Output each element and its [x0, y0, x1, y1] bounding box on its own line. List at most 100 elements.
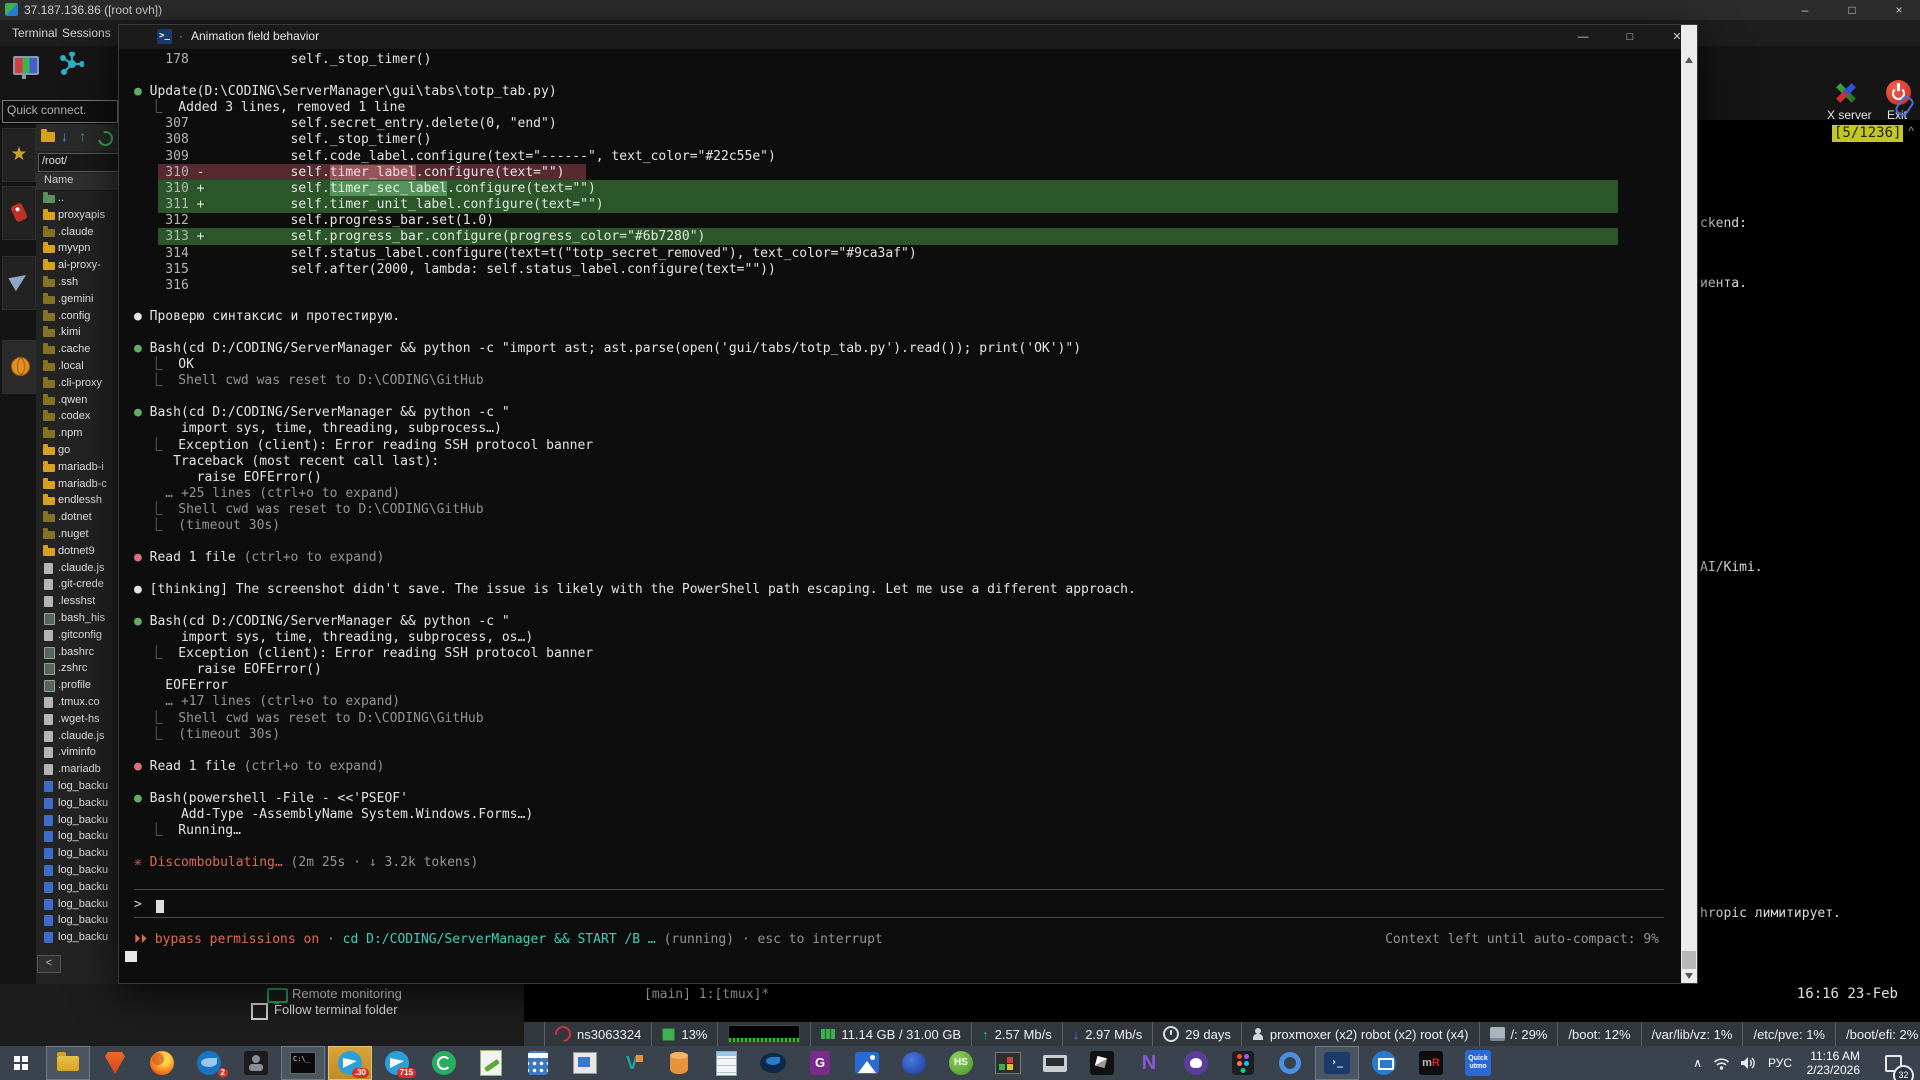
taskbar-app-winframe[interactable]: [564, 1047, 606, 1079]
speaker-icon[interactable]: [1740, 1046, 1756, 1080]
taskbar-app-proxyapp[interactable]: [235, 1047, 277, 1079]
follow-terminal-checkbox[interactable]: [251, 1003, 268, 1020]
monitor-cell[interactable]: ↑2.57 Mb/s: [971, 1022, 1062, 1046]
folder-icon: [43, 514, 55, 522]
monitor-cell[interactable]: /boot: 12%: [1557, 1022, 1640, 1046]
folder-up-icon[interactable]: [41, 132, 55, 142]
keyboard-language[interactable]: РУС: [1768, 1046, 1792, 1080]
terminal-maximize-button[interactable]: □: [1607, 25, 1653, 49]
monitor-value: /: 29%: [1511, 1027, 1548, 1042]
taskbar-app-cube[interactable]: [1081, 1047, 1123, 1079]
taskbar-app-firefox[interactable]: [141, 1047, 183, 1079]
quick-connect-input[interactable]: Quick connect.: [2, 100, 118, 123]
mobaxterm-minimize-button[interactable]: –: [1790, 1, 1820, 19]
taskbar-app-bluemon[interactable]: [1363, 1047, 1405, 1079]
monitor-cell[interactable]: [717, 1022, 810, 1046]
background-text-fragment: AI/Kimi.: [1700, 560, 1763, 576]
prompt-char: >: [134, 897, 142, 913]
file-name: .claude: [58, 226, 93, 238]
taskbar-app-bluering[interactable]: [1269, 1047, 1311, 1079]
taskbar-app-telegram2[interactable]: 715: [376, 1047, 418, 1079]
monitor-cell[interactable]: 11.14 GB / 31.00 GB: [810, 1022, 971, 1046]
taskbar-app-github[interactable]: [1175, 1047, 1217, 1079]
terminal-titlebar[interactable]: >_ · Animation field behavior — □ ✕: [119, 25, 1697, 49]
file-name: log_backu: [58, 814, 108, 826]
monitor-cell[interactable]: 29 days: [1152, 1022, 1241, 1046]
scrollbar-thumb[interactable]: [1682, 951, 1696, 969]
terminal-body[interactable]: > ⏵⏵ bypass permissions on · cd D:/CODIN…: [119, 49, 1681, 983]
tab-favorites[interactable]: ★: [2, 128, 36, 182]
taskbar-app-notepadpp[interactable]: [470, 1047, 512, 1079]
notification-center[interactable]: 32: [1885, 1046, 1902, 1080]
monitor-cell[interactable]: /etc/pve: 1%: [1742, 1022, 1835, 1046]
terminal-minimize-button[interactable]: —: [1560, 25, 1606, 49]
mobaxterm-close-button[interactable]: ×: [1884, 1, 1914, 19]
taskbar-app-photos[interactable]: [846, 1047, 888, 1079]
taskbar-app-darkbird[interactable]: [752, 1047, 794, 1079]
tab-sftp[interactable]: [2, 256, 36, 310]
taskbar-app-termpuzzle[interactable]: [987, 1047, 1029, 1079]
terminal-scrollbar[interactable]: [1681, 25, 1697, 983]
wifi-icon[interactable]: [1713, 1046, 1730, 1080]
taskbar-clock[interactable]: 11:16 AM 2/23/2026: [1807, 1046, 1860, 1080]
taskbar-app-explorer[interactable]: [47, 1047, 89, 1079]
monitor-value: 11.14 GB / 31.00 GB: [841, 1027, 961, 1042]
start-button[interactable]: [0, 1047, 42, 1079]
taskbar-app-dbtool[interactable]: [658, 1047, 700, 1079]
file-name: log_backu: [58, 914, 108, 926]
taskbar-app-notepad[interactable]: [705, 1047, 747, 1079]
terminal-line: 311 + self.timer_unit_label.configure(te…: [134, 197, 604, 213]
monitor-cell[interactable]: /boot/efi: 2%: [1835, 1022, 1920, 1046]
menu-terminal[interactable]: Terminal: [12, 26, 57, 40]
taskbar-app-quickutmo[interactable]: Quick utmo: [1457, 1047, 1499, 1079]
monitor-cell[interactable]: ns3063324: [544, 1022, 651, 1046]
monitor-cell[interactable]: /: 29%: [1479, 1022, 1558, 1046]
mobaxterm-maximize-button[interactable]: □: [1837, 1, 1867, 19]
tray-chevron-icon[interactable]: ∧: [1693, 1046, 1702, 1080]
monitor-cell[interactable]: proxmoxer (x2) robot (x2) root (x4): [1241, 1022, 1479, 1046]
bg-scroll-up-icon[interactable]: ^: [1908, 124, 1914, 138]
hscroll-left-button[interactable]: <: [37, 955, 61, 973]
taskbar-app-mremote[interactable]: mR: [1410, 1047, 1452, 1079]
tab-network[interactable]: [2, 340, 36, 394]
monitor-cell[interactable]: /var/lib/vz: 1%: [1641, 1022, 1743, 1046]
monitor-cell[interactable]: 13%: [651, 1022, 717, 1046]
taskbar-app-gdoc[interactable]: G: [799, 1047, 841, 1079]
taskbar-app-heidisql[interactable]: HS: [940, 1047, 982, 1079]
x-server-icon[interactable]: [1833, 80, 1859, 106]
tab-tools[interactable]: [2, 186, 36, 240]
folder-icon: [43, 430, 55, 438]
taskbar-app-powershell[interactable]: ›_: [1316, 1047, 1358, 1079]
refresh-icon[interactable]: [95, 128, 115, 148]
terminal-line: 314 self.status_label.configure(text=t("…: [134, 246, 917, 262]
taskbar-app-monwave[interactable]: [1034, 1047, 1076, 1079]
monitor-spacer: [524, 1022, 544, 1046]
upload-icon[interactable]: ↑: [79, 128, 86, 144]
monitor-cell[interactable]: ↓2.97 Mb/s: [1062, 1022, 1153, 1046]
file-name: .dotnet: [58, 511, 92, 523]
taskbar-app-cmd[interactable]: C:\_: [282, 1047, 324, 1079]
terminal-line: ⎿ Shell cwd was reset to D:\CODING\GitHu…: [134, 502, 484, 518]
taskbar-app-brave[interactable]: [94, 1047, 136, 1079]
taskbar-app-purpleN[interactable]: N: [1128, 1047, 1170, 1079]
github-icon: [1184, 1051, 1208, 1075]
remote-monitoring-label[interactable]: Remote monitoring: [292, 986, 402, 1001]
mobaxterm-title: 37.187.136.86 ([root ovh]): [24, 3, 162, 17]
taskbar-app-telegram1[interactable]: .30: [329, 1047, 371, 1079]
taskbar-app-thunderbird[interactable]: 2: [188, 1047, 230, 1079]
debian-icon: [552, 1023, 575, 1046]
proxyapp-icon: [244, 1051, 268, 1075]
scrollbar-down-icon[interactable]: [1685, 973, 1693, 979]
download-icon[interactable]: ↓: [61, 128, 68, 144]
taskbar-app-sync[interactable]: [423, 1047, 465, 1079]
taskbar-app-figma[interactable]: [1222, 1047, 1264, 1079]
taskbar-app-calc[interactable]: [517, 1047, 559, 1079]
menu-sessions[interactable]: Sessions: [62, 26, 111, 40]
file-icon: [44, 899, 53, 910]
taskbar-app-vtool[interactable]: V: [611, 1047, 653, 1079]
dragon-icon: [902, 1052, 926, 1074]
taskbar-app-dragon[interactable]: [893, 1047, 935, 1079]
disk-icon: [1490, 1027, 1505, 1041]
desktop: 37.187.136.86 ([root ovh]) – □ × Termina…: [0, 0, 1920, 1080]
scrollbar-up-icon[interactable]: [1685, 57, 1693, 63]
